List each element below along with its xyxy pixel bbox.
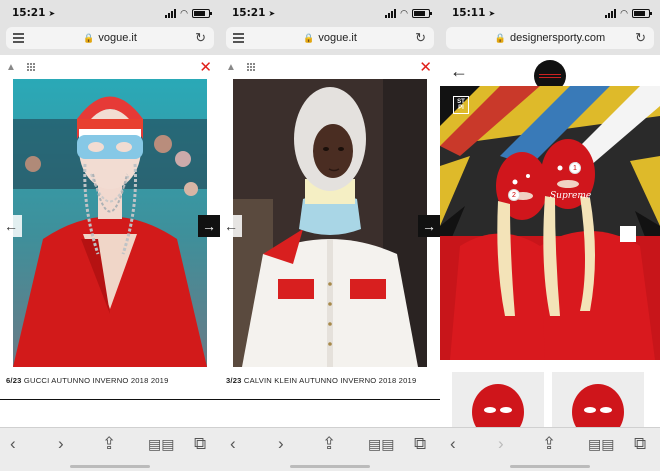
screenshot-collage: 15:21 ➤ ◠ 🔒 vogue.it ↻ ▲ ✕ ← → 6/23 GUCC… — [0, 0, 660, 471]
share-icon[interactable]: ▲ — [6, 62, 16, 73]
reload-icon[interactable]: ↻ — [195, 30, 206, 46]
back-icon[interactable]: ‹ — [230, 435, 236, 452]
home-indicator — [70, 465, 150, 468]
svg-text:Supreme: Supreme — [550, 191, 591, 201]
reload-icon[interactable]: ↻ — [635, 30, 646, 46]
status-bar: 15:21 ➤ ◠ — [232, 6, 432, 20]
product-thumbnail[interactable] — [552, 372, 644, 432]
url-text: vogue.it — [318, 32, 357, 44]
tabs-icon[interactable]: ⧉ — [634, 435, 646, 452]
bookmarks-icon[interactable]: ▤▤ — [588, 437, 614, 451]
location-icon: ➤ — [48, 8, 56, 18]
slide-index: 3/23 — [226, 376, 242, 385]
gallery-grid-icon[interactable] — [247, 63, 256, 72]
status-time: 15:21 — [12, 7, 46, 19]
browser-panel-vogue-gucci: 15:21 ➤ ◠ 🔒 vogue.it ↻ ▲ ✕ ← → 6/23 GUCC… — [0, 0, 220, 471]
browser-panel-designersporty: 15:11 ➤ ◠ 🔒 designersporty.com ↻ ← Supre… — [440, 0, 660, 471]
wifi-icon: ◠ — [620, 7, 628, 18]
forward-icon[interactable]: › — [498, 435, 504, 452]
status-bar: 15:21 ➤ ◠ — [12, 6, 212, 20]
forward-icon[interactable]: › — [58, 435, 64, 452]
home-indicator — [290, 465, 370, 468]
battery-icon — [192, 8, 212, 18]
safari-toolbar: ‹ › ⇪ ▤▤ ⧉ — [220, 427, 440, 471]
share-icon[interactable]: ▲ — [226, 62, 236, 73]
divider — [220, 399, 440, 400]
browser-chrome: 15:21 ➤ ◠ 🔒 vogue.it ↻ — [0, 0, 220, 55]
back-arrow-icon[interactable]: ← — [450, 62, 468, 80]
site-badge: ST PI — [453, 96, 469, 114]
back-icon[interactable]: ‹ — [10, 435, 16, 452]
safari-toolbar: ‹ › ⇪ ▤▤ ⧉ — [0, 427, 220, 471]
wifi-icon: ◠ — [400, 7, 408, 18]
reload-icon[interactable]: ↻ — [415, 30, 426, 46]
browser-chrome: 15:11 ➤ ◠ 🔒 designersporty.com ↻ — [440, 0, 660, 55]
slide-title: GUCCI AUTUNNO INVERNO 2018 2019 — [23, 376, 169, 385]
close-icon[interactable]: ✕ — [419, 60, 432, 75]
next-image-button[interactable]: → — [418, 215, 440, 237]
product-hotspot-2[interactable]: 2 — [508, 189, 520, 201]
bookmarks-icon[interactable]: ▤▤ — [148, 437, 174, 451]
status-bar: 15:11 ➤ ◠ — [452, 6, 652, 20]
back-icon[interactable]: ‹ — [450, 435, 456, 452]
address-bar[interactable]: 🔒 vogue.it ↻ — [226, 27, 434, 49]
url-text: designersporty.com — [510, 32, 606, 44]
slide-index: 6/23 — [6, 376, 22, 385]
close-icon[interactable]: ✕ — [199, 60, 212, 75]
battery-icon — [632, 8, 652, 18]
bookmarks-icon[interactable]: ▤▤ — [368, 437, 394, 451]
tabs-icon[interactable]: ⧉ — [414, 435, 426, 452]
cellular-signal-icon — [165, 8, 177, 18]
safari-toolbar: ‹ › ⇪ ▤▤ ⧉ — [440, 427, 660, 471]
runway-photo-calvin-klein — [233, 79, 427, 367]
location-icon: ➤ — [488, 8, 496, 18]
slide-caption: 3/23 CALVIN KLEIN AUTUNNO INVERNO 2018 2… — [226, 376, 416, 385]
share-toolbar-icon[interactable]: ⇪ — [102, 435, 116, 452]
location-icon: ➤ — [268, 8, 276, 18]
forward-icon[interactable]: › — [278, 435, 284, 452]
home-indicator — [510, 465, 590, 468]
share-toolbar-icon[interactable]: ⇪ — [542, 435, 556, 452]
browser-panel-vogue-calvin-klein: 15:21 ➤ ◠ 🔒 vogue.it ↻ ▲ ✕ ← → 3/23 CALV… — [220, 0, 440, 471]
lock-icon: 🔒 — [83, 32, 95, 43]
status-time: 15:21 — [232, 7, 266, 19]
reader-menu-icon[interactable] — [13, 33, 24, 45]
divider — [0, 399, 220, 400]
product-hotspot-1[interactable]: 1 — [569, 162, 581, 174]
product-photo-supreme-balaclavas: Supreme — [440, 86, 660, 360]
reader-menu-icon[interactable] — [233, 33, 244, 45]
next-image-button[interactable]: → — [198, 215, 220, 237]
status-time: 15:11 — [452, 7, 486, 19]
wifi-icon: ◠ — [180, 7, 188, 18]
gallery-grid-icon[interactable] — [27, 63, 36, 72]
slide-caption: 6/23 GUCCI AUTUNNO INVERNO 2018 2019 — [6, 376, 169, 385]
tabs-icon[interactable]: ⧉ — [194, 435, 206, 452]
cellular-signal-icon — [385, 8, 397, 18]
runway-photo-gucci — [13, 79, 207, 367]
address-bar[interactable]: 🔒 vogue.it ↻ — [6, 27, 214, 49]
share-toolbar-icon[interactable]: ⇪ — [322, 435, 336, 452]
url-text: vogue.it — [98, 32, 137, 44]
lock-icon: 🔒 — [303, 32, 315, 43]
prev-image-button[interactable]: ← — [220, 215, 242, 237]
product-thumbnail[interactable] — [452, 372, 544, 432]
battery-icon — [412, 8, 432, 18]
address-bar[interactable]: 🔒 designersporty.com ↻ — [446, 27, 654, 49]
cellular-signal-icon — [605, 8, 617, 18]
slide-title: CALVIN KLEIN AUTUNNO INVERNO 2018 2019 — [243, 376, 417, 385]
browser-chrome: 15:21 ➤ ◠ 🔒 vogue.it ↻ — [220, 0, 440, 55]
lock-icon: 🔒 — [494, 32, 507, 43]
prev-image-button[interactable]: ← — [0, 215, 22, 237]
